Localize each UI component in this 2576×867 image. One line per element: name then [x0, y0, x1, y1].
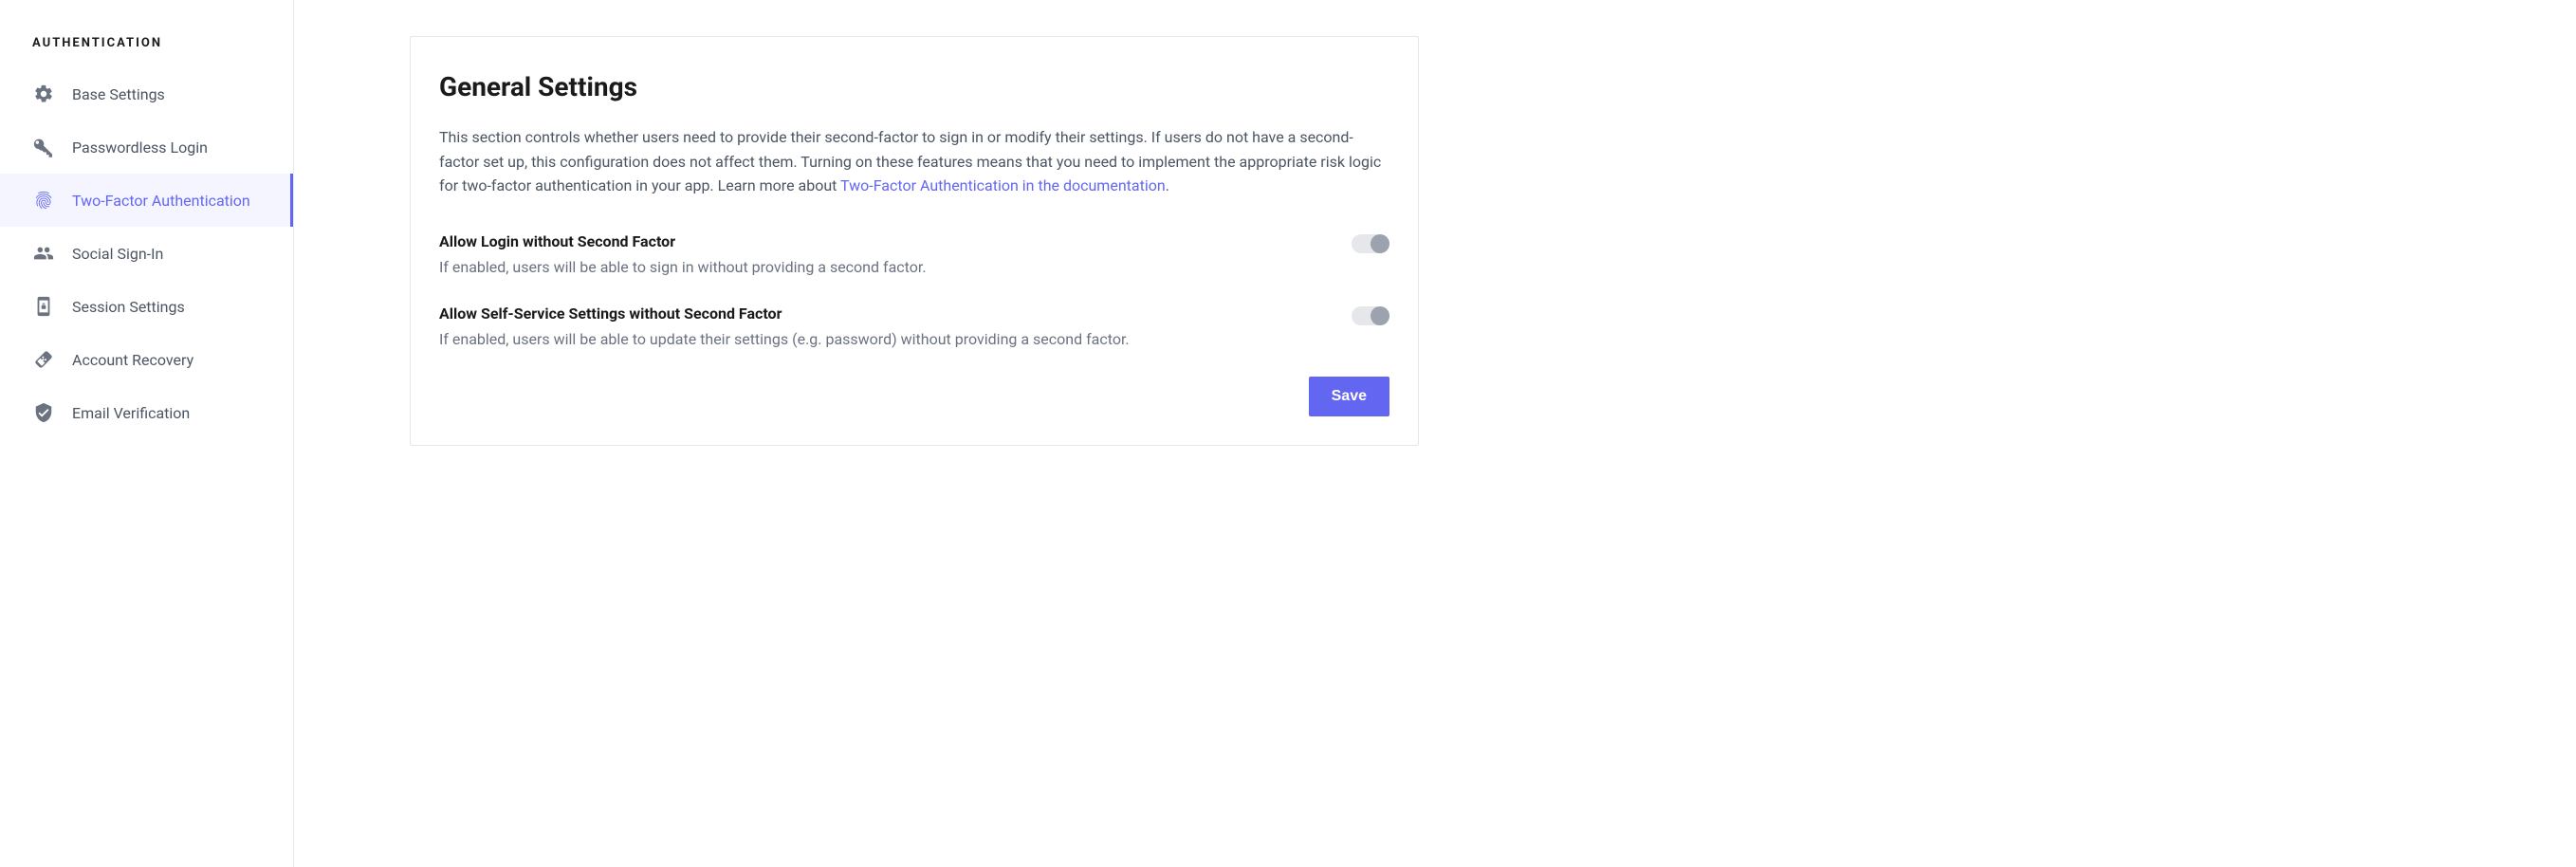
toggle-allow-login-without-second-factor[interactable] — [1352, 234, 1389, 253]
sidebar-item-passwordless-login[interactable]: Passwordless Login — [0, 120, 293, 174]
main-content: General Settings This section controls w… — [294, 0, 2576, 867]
people-icon — [32, 242, 55, 265]
sidebar-item-label: Base Settings — [72, 85, 165, 103]
general-settings-card: General Settings This section controls w… — [410, 36, 1419, 446]
toggle-knob — [1371, 234, 1389, 253]
setting-description: If enabled, users will be able to sign i… — [439, 258, 1314, 276]
documentation-link[interactable]: Two-Factor Authentication in the documen… — [840, 176, 1166, 194]
setting-title: Allow Login without Second Factor — [439, 232, 1314, 250]
sidebar-item-base-settings[interactable]: Base Settings — [0, 67, 293, 120]
key-icon — [32, 136, 55, 158]
setting-description: If enabled, users will be able to update… — [439, 330, 1314, 348]
sidebar: AUTHENTICATION Base Settings Passwordles… — [0, 0, 294, 867]
card-actions: Save — [439, 377, 1389, 416]
setting-text: Allow Login without Second Factor If ena… — [439, 232, 1314, 276]
fingerprint-icon — [32, 189, 55, 212]
setting-allow-login-without-second-factor: Allow Login without Second Factor If ena… — [439, 232, 1389, 276]
sidebar-item-label: Email Verification — [72, 404, 190, 422]
description-text-after: . — [1166, 176, 1169, 194]
sidebar-item-label: Session Settings — [72, 298, 185, 316]
bandage-icon — [32, 348, 55, 371]
sidebar-item-label: Passwordless Login — [72, 138, 208, 157]
gear-icon — [32, 83, 55, 105]
sidebar-item-label: Account Recovery — [72, 351, 193, 369]
toggle-knob — [1371, 306, 1389, 325]
setting-title: Allow Self-Service Settings without Seco… — [439, 304, 1314, 323]
toggle-allow-self-service-without-second-factor[interactable] — [1352, 306, 1389, 325]
sidebar-item-email-verification[interactable]: Email Verification — [0, 386, 293, 439]
setting-text: Allow Self-Service Settings without Seco… — [439, 304, 1314, 348]
save-button[interactable]: Save — [1309, 377, 1389, 416]
sidebar-item-label: Social Sign-In — [72, 245, 163, 263]
device-lock-icon — [32, 295, 55, 318]
page-description: This section controls whether users need… — [439, 125, 1389, 198]
sidebar-item-two-factor-authentication[interactable]: Two-Factor Authentication — [0, 174, 293, 227]
sidebar-item-label: Two-Factor Authentication — [72, 192, 250, 210]
sidebar-item-account-recovery[interactable]: Account Recovery — [0, 333, 293, 386]
sidebar-heading: AUTHENTICATION — [0, 36, 293, 67]
setting-allow-self-service-without-second-factor: Allow Self-Service Settings without Seco… — [439, 304, 1389, 348]
sidebar-item-session-settings[interactable]: Session Settings — [0, 280, 293, 333]
page-title: General Settings — [439, 71, 1389, 102]
sidebar-item-social-sign-in[interactable]: Social Sign-In — [0, 227, 293, 280]
shield-check-icon — [32, 401, 55, 424]
